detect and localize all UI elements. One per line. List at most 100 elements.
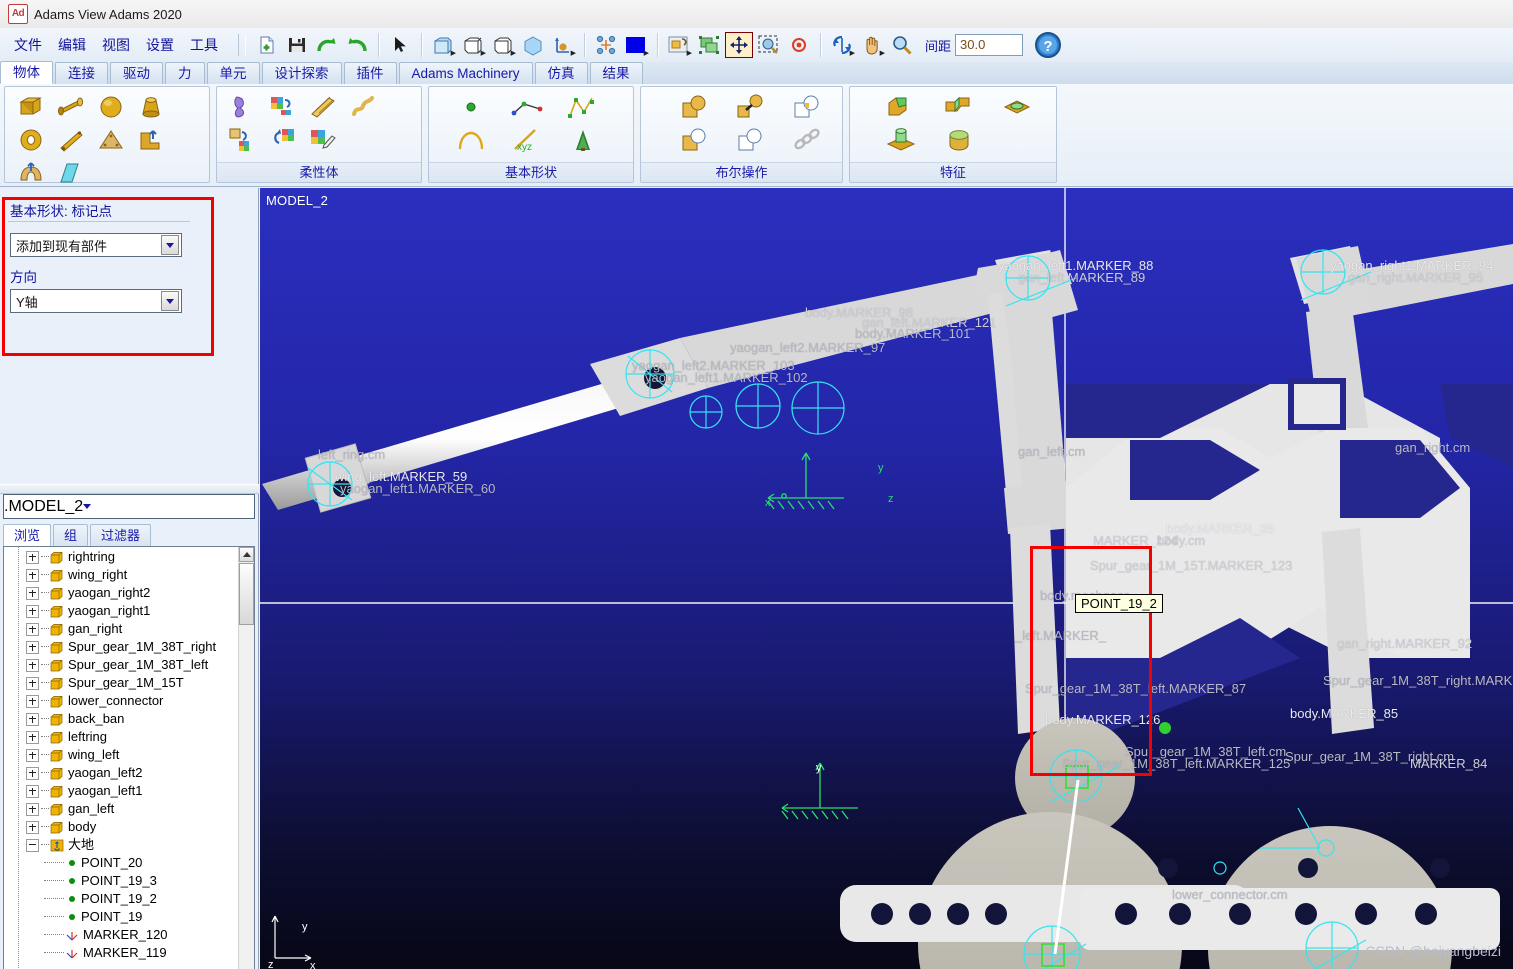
- add-mode-dropdown-arrow[interactable]: [161, 235, 179, 255]
- tree-item-body[interactable]: body: [4, 818, 240, 836]
- direction-dropdown-arrow[interactable]: [161, 291, 179, 311]
- flex-edit-button[interactable]: [303, 123, 343, 156]
- beam-button[interactable]: [303, 90, 343, 123]
- subtract-solid-button[interactable]: [779, 90, 835, 123]
- tree-expand-toggle[interactable]: [26, 730, 39, 744]
- link-button[interactable]: [51, 123, 91, 156]
- new-model-button[interactable]: [253, 32, 281, 58]
- chevron-down-icon-3[interactable]: ▶: [511, 50, 516, 57]
- spline-button[interactable]: [555, 90, 611, 123]
- chevron-down-icon-5[interactable]: ▶: [644, 50, 649, 57]
- tree-expand-toggle[interactable]: [26, 604, 39, 618]
- tree-item-point-19-2[interactable]: POINT_19_2: [4, 890, 240, 908]
- chevron-down-icon-8[interactable]: ▶: [880, 50, 885, 57]
- chain-merge-button[interactable]: [723, 90, 779, 123]
- arc-button[interactable]: [443, 123, 499, 156]
- chamfer-button[interactable]: [930, 90, 988, 123]
- render-mode-button[interactable]: [519, 32, 547, 58]
- model-tree[interactable]: rightring wing_right yaogan_right2 yaogan_r…: [3, 546, 255, 969]
- plate-button[interactable]: [91, 123, 131, 156]
- tree-item-point-19[interactable]: POINT_19: [4, 908, 240, 926]
- discrete-flex-link-button[interactable]: [223, 123, 263, 156]
- tree-item-spur-gear-1m-38t-right[interactable]: Spur_gear_1M_38T_right: [4, 638, 240, 656]
- chain-button[interactable]: [779, 123, 835, 156]
- model-selector-combobox[interactable]: .MODEL_2: [3, 494, 255, 519]
- tree-expand-toggle[interactable]: [26, 658, 39, 672]
- chevron-down-icon-4[interactable]: ▶: [571, 50, 576, 57]
- tab-simulation[interactable]: 仿真: [534, 62, 588, 84]
- zoom-view-button[interactable]: [888, 32, 916, 58]
- center-view-button[interactable]: [785, 32, 813, 58]
- save-button[interactable]: [283, 32, 311, 58]
- tree-scroll-thumb[interactable]: [239, 563, 254, 625]
- zoom-box-button[interactable]: [755, 32, 783, 58]
- chevron-down-icon-2[interactable]: ▶: [481, 50, 486, 57]
- background-color-button[interactable]: ▶: [622, 32, 650, 58]
- tree-item-wing-left[interactable]: wing_left: [4, 746, 240, 764]
- tab-adams-machinery[interactable]: Adams Machinery: [398, 62, 533, 84]
- depth-toggle-button[interactable]: [592, 32, 620, 58]
- tab-filters[interactable]: 过滤器: [90, 524, 152, 547]
- extrusion-button[interactable]: [131, 123, 171, 156]
- view-rotate-button[interactable]: ▶: [665, 32, 693, 58]
- hollow-button[interactable]: [988, 90, 1046, 123]
- ground-button[interactable]: [555, 123, 611, 156]
- menu-item-settings[interactable]: 设置: [140, 33, 180, 57]
- tree-item-back-ban[interactable]: back_ban: [4, 710, 240, 728]
- tab-motions[interactable]: 驱动: [110, 62, 163, 84]
- select-tool-button[interactable]: [386, 32, 414, 58]
- tree-item-marker-119[interactable]: MARKER_119: [4, 944, 240, 962]
- tree-item-point-20[interactable]: POINT_20: [4, 854, 240, 872]
- model-selector-dropdown-arrow[interactable]: [83, 504, 92, 509]
- tree-expand-toggle[interactable]: [26, 694, 39, 708]
- menu-item-edit[interactable]: 编辑: [52, 33, 92, 57]
- tree-item-yaogan-left2[interactable]: yaogan_left2: [4, 764, 240, 782]
- tree-expand-toggle[interactable]: [26, 712, 39, 726]
- tree-expand-toggle[interactable]: [26, 748, 39, 762]
- tree-expand-toggle[interactable]: [26, 766, 39, 780]
- tree-expand-toggle[interactable]: [26, 784, 39, 798]
- redo-button[interactable]: [313, 32, 341, 58]
- split-button[interactable]: [723, 123, 779, 156]
- csys-button[interactable]: xyz: [499, 123, 555, 156]
- tree-collapse-toggle[interactable]: [26, 838, 39, 852]
- menu-item-file[interactable]: 文件: [8, 33, 48, 57]
- flex-to-flex-button[interactable]: [263, 123, 303, 156]
- help-button[interactable]: ?: [1033, 30, 1063, 60]
- flex-body-button[interactable]: [223, 90, 263, 123]
- panel-splitter[interactable]: [0, 484, 259, 494]
- tab-groups[interactable]: 组: [53, 524, 89, 547]
- tab-elements[interactable]: 单元: [206, 62, 260, 84]
- sphere-button[interactable]: [91, 90, 131, 123]
- tab-results[interactable]: 结果: [589, 62, 643, 84]
- cylinder-button[interactable]: [51, 90, 91, 123]
- tree-item-leftring[interactable]: leftring: [4, 728, 240, 746]
- tree-item-yaogan-right1[interactable]: yaogan_right1: [4, 602, 240, 620]
- marker-point-button[interactable]: [443, 90, 499, 123]
- flex-cable-button[interactable]: [343, 90, 383, 123]
- rigid-to-flex-button[interactable]: [263, 90, 303, 123]
- fillet-button[interactable]: [872, 90, 930, 123]
- intersect-button[interactable]: [667, 123, 723, 156]
- group-button[interactable]: [695, 32, 723, 58]
- tree-item-spur-gear-1m-15t[interactable]: Spur_gear_1M_15T: [4, 674, 240, 692]
- tree-item-marker-120[interactable]: MARKER_120: [4, 926, 240, 944]
- unite-button[interactable]: [667, 90, 723, 123]
- toolbar-grip[interactable]: [238, 34, 246, 56]
- tab-browse[interactable]: 浏览: [3, 524, 52, 547]
- chevron-down-icon[interactable]: ▶: [451, 50, 456, 57]
- torus-button[interactable]: [11, 123, 51, 156]
- undo-button[interactable]: [343, 32, 371, 58]
- menu-item-view[interactable]: 视图: [96, 33, 136, 57]
- boss-button[interactable]: [872, 123, 930, 156]
- chevron-down-icon-6[interactable]: ▶: [687, 50, 692, 57]
- tree-expand-toggle[interactable]: [26, 568, 39, 582]
- tree-item-wing-right[interactable]: wing_right: [4, 566, 240, 584]
- tree-expand-toggle[interactable]: [26, 820, 39, 834]
- model-viewport[interactable]: MODEL_2 y x z y y z x wing_left.MARKER_5…: [260, 188, 1513, 969]
- tab-forces[interactable]: 力: [165, 62, 205, 84]
- tree-scrollbar[interactable]: [238, 547, 254, 969]
- tree-item-point-19-3[interactable]: POINT_19_3: [4, 872, 240, 890]
- revolution-button[interactable]: [11, 156, 51, 189]
- tree-scroll-up-button[interactable]: [239, 547, 254, 562]
